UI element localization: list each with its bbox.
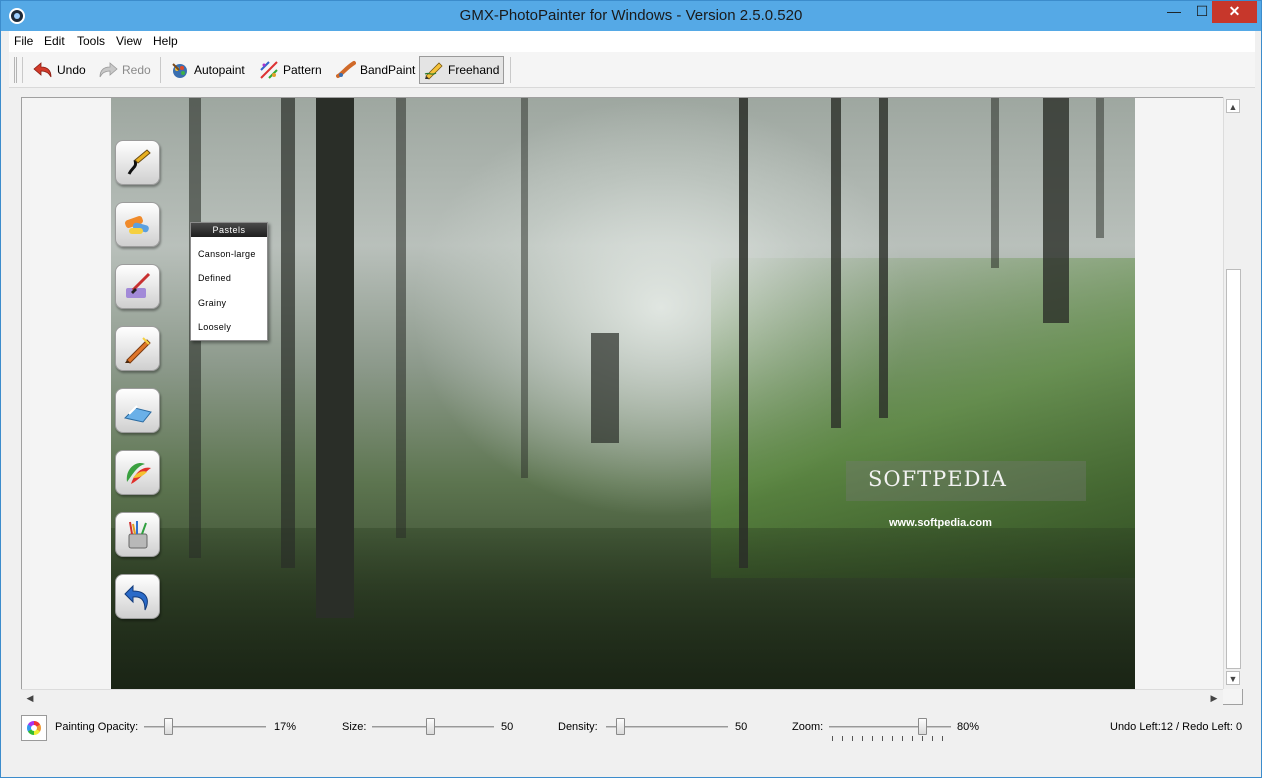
toolbar-separator xyxy=(510,57,511,83)
pastels-popup-menu: Pastels Canson-large Defined Grainy Loos… xyxy=(190,222,268,341)
pastels-option[interactable]: Canson-large xyxy=(198,249,256,259)
window-title: GMX-PhotoPainter for Windows - Version 2… xyxy=(459,7,803,24)
tree-trunk xyxy=(831,98,841,428)
zoom-slider-ticks xyxy=(832,736,950,741)
freehand-label: Freehand xyxy=(448,63,500,77)
undo-arrow-icon xyxy=(124,584,148,611)
pattern-icon xyxy=(259,60,279,80)
pattern-button[interactable]: Pattern xyxy=(255,56,326,84)
tree-trunk xyxy=(281,98,295,568)
scroll-left-arrow-icon[interactable]: ◀ xyxy=(23,691,37,705)
tree-trunk xyxy=(991,98,999,268)
watercolor-icon xyxy=(124,405,152,423)
minimize-button[interactable]: — xyxy=(1159,1,1189,23)
freehand-brush-icon xyxy=(127,149,151,175)
menu-bar: File Edit Tools View Help xyxy=(9,31,1255,52)
broken-stump xyxy=(591,333,619,443)
status-bar: Painting Opacity: 17% Size: 50 Density: … xyxy=(9,707,1255,747)
horizontal-scrollbar[interactable]: ◀ ▶ xyxy=(21,689,1223,705)
menu-view[interactable]: View xyxy=(116,34,142,48)
zoom-slider-track[interactable] xyxy=(829,726,951,728)
close-button[interactable]: ✕ xyxy=(1212,1,1257,23)
palette-undo-button[interactable] xyxy=(115,574,160,619)
toolbar-separator xyxy=(160,57,161,83)
palette-watercolor-button[interactable] xyxy=(115,388,160,433)
size-slider-thumb[interactable] xyxy=(426,718,435,735)
tree-trunk xyxy=(1096,98,1104,238)
tree-trunk xyxy=(739,98,748,568)
toolbar-separator xyxy=(22,57,23,83)
autopaint-label: Autopaint xyxy=(194,63,245,77)
undo-button[interactable]: Undo xyxy=(29,56,90,84)
opacity-value: 17% xyxy=(274,721,297,733)
tree-trunk xyxy=(1043,98,1069,323)
app-window: GMX-PhotoPainter for Windows - Version 2… xyxy=(0,0,1262,778)
autopaint-icon xyxy=(170,60,190,80)
density-slider-thumb[interactable] xyxy=(616,718,625,735)
density-label: Density: xyxy=(558,721,598,733)
paint-brush-icon xyxy=(126,272,151,298)
toolbar-grip[interactable] xyxy=(14,57,17,83)
menu-help[interactable]: Help xyxy=(153,34,178,48)
scroll-up-arrow-icon[interactable]: ▲ xyxy=(1226,99,1240,113)
tree-trunk xyxy=(396,98,406,538)
color-palette-icon xyxy=(126,462,151,484)
pastels-option[interactable]: Loosely xyxy=(198,322,231,332)
watermark-url: www.softpedia.com xyxy=(889,517,992,529)
pastels-option[interactable]: Defined xyxy=(198,273,231,283)
size-label: Size: xyxy=(342,721,367,733)
palette-crayon-button[interactable] xyxy=(115,326,160,371)
zoom-label: Zoom: xyxy=(792,721,824,733)
menu-edit[interactable]: Edit xyxy=(44,34,65,48)
bandpaint-label: BandPaint xyxy=(360,63,416,77)
opacity-slider-thumb[interactable] xyxy=(164,718,173,735)
pastels-option[interactable]: Grainy xyxy=(198,298,226,308)
tree-trunk xyxy=(316,98,354,618)
scroll-right-arrow-icon[interactable]: ▶ xyxy=(1207,691,1221,705)
opacity-label: Painting Opacity: xyxy=(55,721,139,733)
bandpaint-button[interactable]: BandPaint xyxy=(332,56,419,84)
pastels-icon xyxy=(125,216,149,234)
menu-tools[interactable]: Tools xyxy=(77,34,105,48)
opacity-slider-track[interactable] xyxy=(144,726,266,728)
undo-label: Undo xyxy=(57,63,86,77)
redo-button[interactable]: Redo xyxy=(94,56,155,84)
title-bar[interactable]: GMX-PhotoPainter for Windows - Version 2… xyxy=(1,1,1261,31)
freehand-icon xyxy=(424,60,444,80)
redo-label: Redo xyxy=(122,63,151,77)
zoom-value: 80% xyxy=(957,721,980,733)
autopaint-button[interactable]: Autopaint xyxy=(166,56,249,84)
pastels-popup-title: Pastels xyxy=(191,223,267,237)
menu-file[interactable]: File xyxy=(14,34,33,48)
palette-paint-brush-button[interactable] xyxy=(115,264,160,309)
density-value: 50 xyxy=(735,721,748,733)
zoom-slider-thumb[interactable] xyxy=(918,718,927,735)
color-picker-button[interactable] xyxy=(21,715,47,741)
undo-redo-counter: Undo Left:12 / Redo Left: 0 xyxy=(1110,721,1243,733)
brush-cup-icon xyxy=(128,521,148,549)
pattern-label: Pattern xyxy=(283,63,322,77)
tree-trunk xyxy=(879,98,888,418)
palette-color-button[interactable] xyxy=(115,450,160,495)
palette-pastels-button[interactable] xyxy=(115,202,160,247)
toolbar: Undo Redo Autopaint Pattern BandPaint Fr… xyxy=(9,52,1255,88)
crayon-icon xyxy=(125,337,151,364)
size-value: 50 xyxy=(501,721,514,733)
scroll-down-arrow-icon[interactable]: ▼ xyxy=(1226,671,1240,685)
vertical-scroll-thumb[interactable] xyxy=(1226,269,1241,669)
vertical-scrollbar[interactable]: ▲ ▼ xyxy=(1223,97,1243,689)
redo-icon xyxy=(98,60,118,80)
palette-freehand-button[interactable] xyxy=(115,140,160,185)
bandpaint-icon xyxy=(336,60,356,80)
watermark-name: SOFTPEDIA xyxy=(868,467,1007,491)
undo-icon xyxy=(33,60,53,80)
palette-brush-cup-button[interactable] xyxy=(115,512,160,557)
color-wheel-icon xyxy=(27,721,41,735)
forest-floor xyxy=(111,528,1135,689)
freehand-button[interactable]: Freehand xyxy=(419,56,505,84)
painting-canvas[interactable] xyxy=(111,98,1135,689)
tree-trunk xyxy=(521,98,528,478)
